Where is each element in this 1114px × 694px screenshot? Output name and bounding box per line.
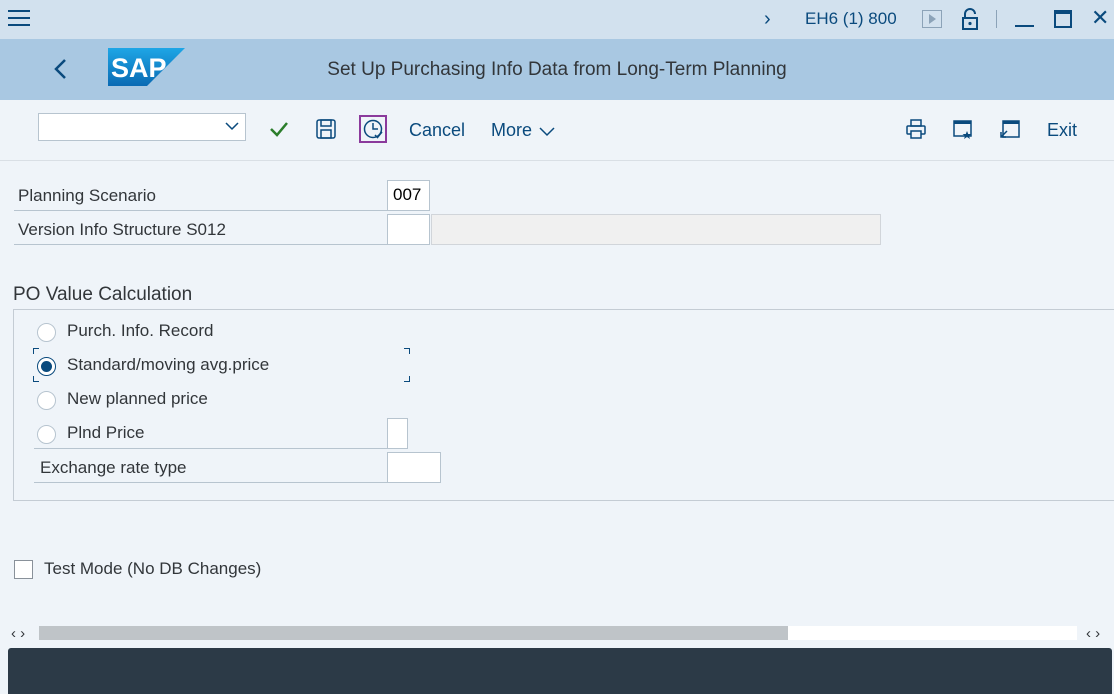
- toolbar: Cancel More Exit: [0, 100, 1114, 161]
- test-mode-checkbox[interactable]: [14, 560, 33, 579]
- version-info-label: Version Info Structure S012: [18, 220, 226, 239]
- unlock-icon[interactable]: [961, 8, 979, 30]
- page-title: Set Up Purchasing Info Data from Long-Te…: [327, 59, 787, 80]
- divider: [34, 482, 387, 483]
- menu-icon[interactable]: [8, 10, 30, 28]
- save-icon[interactable]: [315, 118, 337, 140]
- more-label: More: [491, 120, 533, 140]
- version-info-description: [431, 214, 881, 245]
- cancel-button[interactable]: Cancel: [409, 120, 465, 141]
- radio-purch-info-record[interactable]: [37, 323, 56, 342]
- print-icon[interactable]: [905, 118, 927, 140]
- divider: [34, 448, 387, 449]
- horizontal-scrollbar-thumb[interactable]: [39, 626, 788, 640]
- system-info[interactable]: EH6 (1) 800: [805, 9, 897, 29]
- divider: [14, 244, 387, 245]
- radio-standard-moving-avg-price[interactable]: [37, 357, 56, 376]
- close-icon[interactable]: ✕: [1091, 6, 1109, 30]
- checkmark-icon[interactable]: [268, 118, 290, 140]
- po-value-section-title: PO Value Calculation: [13, 284, 193, 305]
- system-bar: › EH6 (1) 800 ✕: [0, 0, 1114, 39]
- focus-corner: [33, 376, 39, 382]
- radio-new-planned-price[interactable]: [37, 391, 56, 410]
- scroll-left-right-icon[interactable]: ‹ ›: [11, 625, 25, 642]
- radio-label-plnd-price[interactable]: Plnd Price: [67, 423, 144, 443]
- chevron-down-icon[interactable]: [225, 119, 239, 133]
- chevron-right-icon[interactable]: ›: [764, 8, 771, 31]
- radio-label-purch-info-record[interactable]: Purch. Info. Record: [67, 321, 213, 341]
- command-field[interactable]: [38, 113, 246, 141]
- exchange-rate-label: Exchange rate type: [40, 458, 187, 477]
- exchange-rate-input[interactable]: [387, 452, 441, 483]
- chevron-down-icon: [539, 127, 555, 137]
- more-button[interactable]: More: [491, 120, 555, 141]
- divider: [14, 210, 387, 211]
- focus-corner: [404, 376, 410, 382]
- play-icon[interactable]: [922, 10, 942, 28]
- plnd-price-input[interactable]: [387, 418, 408, 449]
- planning-scenario-input[interactable]: 007: [387, 180, 430, 211]
- minimize-icon[interactable]: [1015, 25, 1034, 27]
- status-footer: [8, 648, 1112, 694]
- test-mode-label[interactable]: Test Mode (No DB Changes): [44, 559, 261, 579]
- favorites-window-icon[interactable]: [952, 118, 974, 140]
- scroll-left-right-icon[interactable]: ‹ ›: [1086, 625, 1100, 642]
- separator: [996, 10, 997, 28]
- radio-label-new-planned-price[interactable]: New planned price: [67, 389, 208, 409]
- planning-scenario-label: Planning Scenario: [18, 186, 156, 205]
- radio-plnd-price[interactable]: [37, 425, 56, 444]
- maximize-icon[interactable]: [1054, 10, 1072, 28]
- exit-button[interactable]: Exit: [1047, 120, 1077, 141]
- title-bar: SAP Set Up Purchasing Info Data from Lon…: [0, 39, 1114, 100]
- focus-indicator: [359, 115, 387, 143]
- focus-corner: [33, 348, 39, 354]
- version-info-input[interactable]: [387, 214, 430, 245]
- new-session-icon[interactable]: [999, 118, 1021, 140]
- radio-label-standard-moving-avg-price[interactable]: Standard/moving avg.price: [67, 355, 269, 375]
- focus-corner: [404, 348, 410, 354]
